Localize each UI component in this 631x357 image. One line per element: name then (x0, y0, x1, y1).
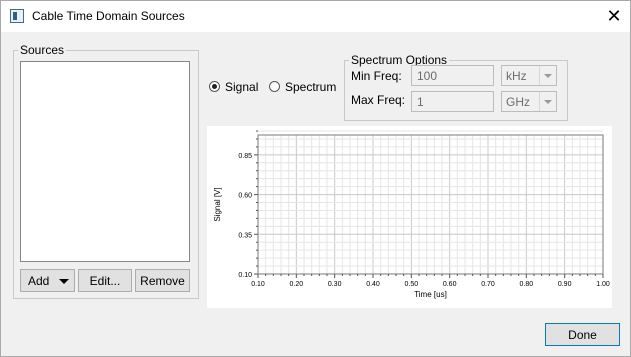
done-button[interactable]: Done (545, 323, 620, 346)
max-freq-unit-value: GHz (506, 95, 530, 109)
edit-button-label: Edit... (89, 274, 121, 288)
plot-frame (257, 134, 604, 275)
close-icon[interactable]: ✕ (598, 1, 630, 32)
x-tick-label: 0.40 (366, 281, 380, 288)
y-tick-label: 0.35 (238, 232, 252, 239)
min-freq-label: Min Freq: (351, 69, 402, 83)
done-button-label: Done (568, 328, 597, 342)
sources-legend: Sources (20, 43, 65, 57)
signal-plot-panel: 0.10 0.20 0.30 0.40 0.50 0.60 0.70 0.80 0.90 1.00… (207, 126, 612, 308)
max-freq-label: Max Freq: (351, 93, 406, 107)
plot-grid (257, 130, 604, 275)
signal-plot: 0.10 0.20 0.30 0.40 0.50 0.60 0.70 0.80 0.90 1.00… (213, 130, 610, 299)
max-freq-unit-select[interactable]: GHz (501, 91, 557, 112)
x-tick-label: 0.60 (443, 281, 457, 288)
max-freq-field[interactable]: 1 (411, 91, 494, 112)
x-tick-label: 0.50 (405, 281, 419, 288)
y-tick-label: 0.10 (238, 272, 252, 279)
dialog-window: Cable Time Domain Sources ✕ Sources Add … (0, 0, 631, 357)
x-tick-label: 0.30 (328, 281, 342, 288)
x-tick-label: 0.90 (558, 281, 572, 288)
y-tick-label: 0.60 (238, 193, 252, 200)
min-freq-unit-value: kHz (506, 69, 527, 83)
signal-radio-label[interactable]: Signal (225, 80, 258, 94)
chevron-down-icon (539, 92, 556, 111)
x-tick-label: 0.70 (481, 281, 495, 288)
y-tick-label: 0.85 (238, 153, 252, 160)
app-icon (10, 9, 24, 23)
spectrum-radio-label[interactable]: Spectrum (285, 80, 336, 94)
spectrum-radio[interactable] (269, 81, 280, 92)
chevron-down-icon (539, 66, 556, 85)
x-tick-label: 0.10 (251, 281, 265, 288)
x-tick-label: 0.20 (290, 281, 304, 288)
add-button-label: Add (28, 274, 50, 288)
window-title: Cable Time Domain Sources (32, 9, 185, 23)
min-freq-field[interactable]: 100 (411, 65, 494, 86)
remove-button[interactable]: Remove (135, 269, 190, 292)
y-axis-label: Signal [V] (213, 187, 222, 221)
signal-radio[interactable] (209, 81, 220, 92)
dropdown-arrow-icon (59, 279, 69, 284)
remove-button-label: Remove (140, 274, 185, 288)
x-axis-label: Time [us] (414, 290, 447, 299)
x-tick-label: 0.80 (520, 281, 534, 288)
x-tick-label: 1.00 (596, 281, 610, 288)
min-freq-unit-select[interactable]: kHz (501, 65, 557, 86)
add-button[interactable]: Add (20, 269, 75, 292)
edit-button[interactable]: Edit... (78, 269, 132, 292)
sources-list[interactable] (20, 61, 190, 262)
title-bar[interactable]: Cable Time Domain Sources ✕ (1, 1, 630, 32)
